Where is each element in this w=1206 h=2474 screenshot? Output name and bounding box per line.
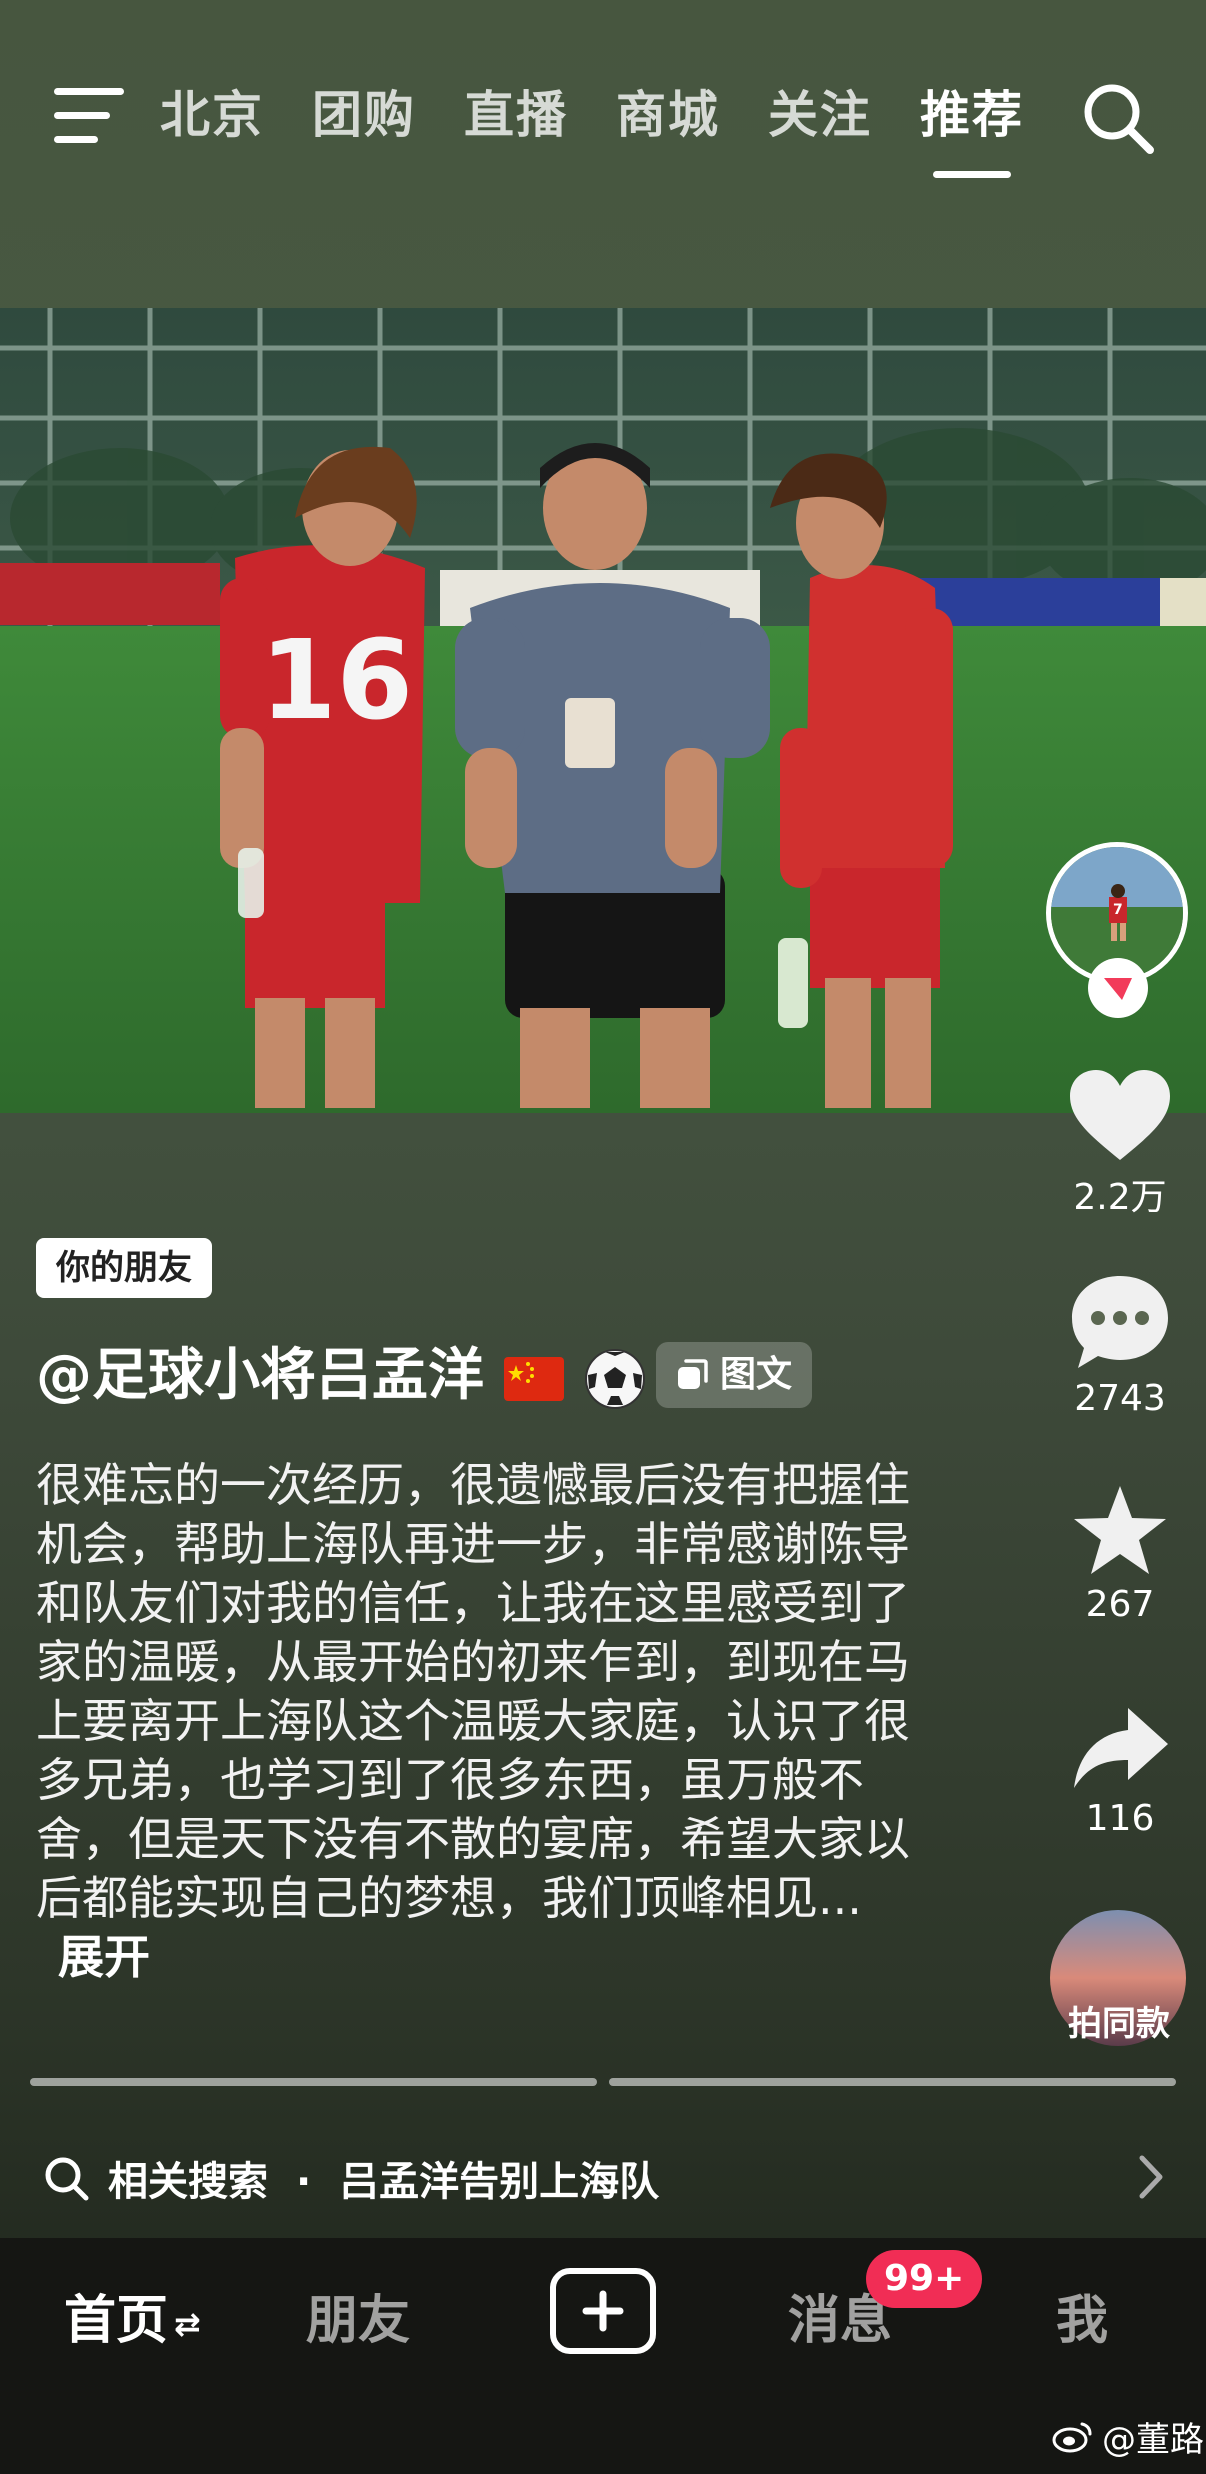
tab-following[interactable]: 关注 [744,70,896,170]
related-search-bar[interactable]: 相关搜索 · 吕孟洋告别上海队 [0,2130,1206,2226]
china-flag-icon [503,1356,564,1401]
create-post-button[interactable] [550,2268,656,2354]
music-same-style-label[interactable]: 拍同款 [1046,1996,1192,2045]
tab-recommend[interactable]: 推荐 [896,70,1048,170]
post-photo-illustration: 16 [0,308,1206,1113]
related-search-prefix: 相关搜索 [108,2159,268,2205]
friend-tag: 你的朋友 [36,1238,212,1298]
author-name-row[interactable]: @足球小将吕孟洋 [36,1340,647,1412]
tab-mall[interactable]: 商城 [592,70,744,170]
follow-check-icon [1104,978,1132,1000]
search-small-icon [45,2157,89,2201]
share-button[interactable]: 116 [1060,1704,1180,1839]
share-arrow-icon [1074,1708,1168,1788]
image-progress-indicator [30,2078,1176,2086]
tab-group-buy[interactable]: 团购 [288,70,440,170]
nav-friends[interactable]: 朋友 [306,2278,410,2353]
top-tabs: 北京 团购 直播 商城 关注 推荐 [160,70,1048,170]
share-count: 116 [1085,1798,1155,1839]
plus-icon [582,2290,624,2332]
soccer-ball-icon [585,1348,645,1409]
star-icon [1074,1486,1166,1574]
favorite-button[interactable]: 267 [1060,1482,1180,1625]
weibo-watermark: @董路 [1052,2412,1204,2461]
jersey-number: 16 [260,616,413,744]
related-search-label: 相关搜索 · 吕孟洋告别上海队 [108,2149,659,2207]
comment-button[interactable]: 2743 [1060,1272,1180,1419]
related-search-separator: · [295,2159,312,2205]
author-name[interactable]: @足球小将吕孟洋 [36,1343,484,1408]
image-text-icon [678,1359,708,1389]
tab-live[interactable]: 直播 [440,70,592,170]
menu-icon[interactable] [54,88,124,144]
search-icon[interactable] [1078,78,1158,158]
like-button[interactable]: 2.2万 [1060,1068,1180,1220]
messages-badge: 99+ [866,2250,983,2308]
like-count: 2.2万 [1073,1177,1167,1218]
expand-button[interactable]: 展开 [58,1930,150,1984]
progress-segment-2 [609,2078,1176,2086]
weibo-logo-icon [1052,2422,1092,2452]
favorite-count: 267 [1085,1584,1155,1625]
bottom-nav: 首页 ⇄ 朋友 消息 99+ 我 [0,2238,1206,2474]
comment-count: 2743 [1074,1378,1166,1419]
related-search-query: 吕孟洋告别上海队 [339,2159,660,2205]
post-description: 很难忘的一次经历，很遗憾最后没有把握住机会，帮助上海队再进一步，非常感谢陈导和队… [36,1456,916,1987]
post-photo[interactable]: 16 [0,308,1206,1113]
tab-beijing[interactable]: 北京 [160,70,288,170]
follow-button[interactable] [1088,958,1148,1018]
top-bar: 北京 团购 直播 商城 关注 推荐 [0,0,1206,300]
progress-segment-1 [30,2078,597,2086]
watermark-text: @董路 [1102,2420,1204,2460]
nav-me[interactable]: 我 [1056,2278,1108,2353]
post-type-label: 图文 [720,1354,793,1395]
heart-icon [1070,1070,1170,1160]
post-type-badge: 图文 [656,1342,813,1408]
swap-icon: ⇄ [174,2305,201,2343]
avatar-jersey-number: 7 [1113,902,1123,918]
description-text: 很难忘的一次经历，很遗憾最后没有把握住机会，帮助上海队再进一步，非常感谢陈导和队… [36,1458,910,1925]
nav-home-label: 首页 [64,2291,169,2351]
chevron-right-icon [1139,2155,1163,2199]
nav-home[interactable]: 首页 ⇄ [64,2278,201,2353]
comment-icon [1072,1276,1168,1368]
